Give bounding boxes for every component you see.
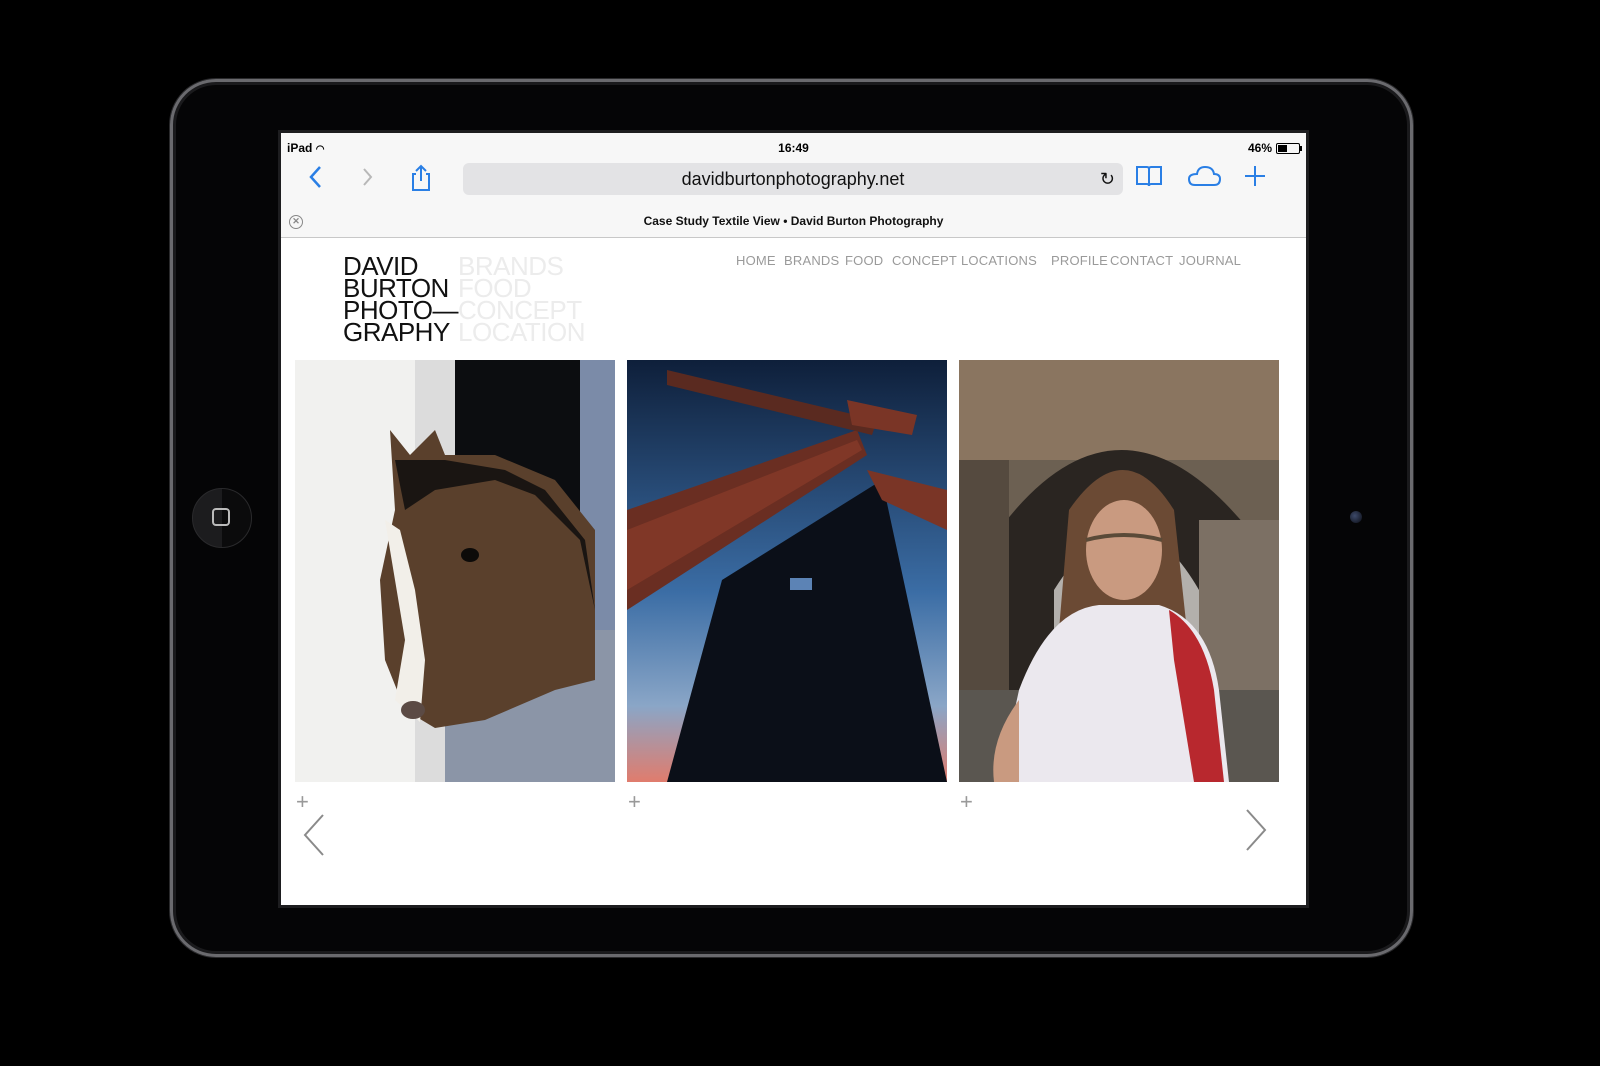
chevron-right-icon [1246,809,1267,851]
icloud-tabs-button[interactable] [1184,164,1224,194]
nav-home[interactable]: HOME [736,253,776,268]
battery-icon [1276,142,1302,154]
url-text: davidburtonphotography.net [681,169,905,189]
book-icon [1136,166,1162,187]
nav-journal[interactable]: JOURNAL [1179,253,1241,268]
safari-toolbar: iPad ◠ 16:49 46% davidburtonphotography.… [281,133,1306,238]
windmill-image [627,360,947,782]
website-content: DAVID BURTON PHOTO— GRAPHY BRANDS FOOD C… [281,238,1306,905]
nav-contact[interactable]: CONTACT [1110,253,1173,268]
battery-status: 46% [1247,141,1302,155]
status-bar: iPad ◠ 16:49 46% [281,133,1306,155]
screen: iPad ◠ 16:49 46% davidburtonphotography.… [278,130,1309,908]
expand-plus-icon[interactable]: + [628,789,641,815]
battery-fill [1278,144,1288,152]
tab-bar: ✕ Case Study Textile View • David Burton… [281,207,1306,235]
photo-girl[interactable] [959,360,1279,782]
nav-locations[interactable]: LOCATIONS [961,253,1037,268]
chevron-left-icon [303,814,324,856]
nav-brands[interactable]: BRANDS [784,253,839,268]
address-bar[interactable]: davidburtonphotography.net ↻ [463,163,1123,195]
logo-sub-line: LOCATION [458,317,585,347]
battery-percent: 46% [1247,141,1272,155]
prev-arrow-icon[interactable] [301,805,327,870]
nav-profile[interactable]: PROFILE [1051,253,1108,268]
photo-windmill[interactable] [627,360,947,782]
photo-horse[interactable] [295,360,615,782]
clock: 16:49 [778,141,809,155]
logo-subtitle: BRANDS FOOD CONCEPT LOCATION [458,253,585,347]
chevron-right-icon [363,168,373,186]
home-square-icon [212,508,230,526]
girl-image [959,360,1279,782]
chevron-left-icon [309,166,321,188]
nav-food[interactable]: FOOD [845,253,883,268]
share-button[interactable] [406,164,436,194]
home-button[interactable] [192,488,252,548]
nav-concept[interactable]: CONCEPT [892,253,957,268]
expand-plus-icon[interactable]: + [960,789,973,815]
camera-icon [1350,511,1362,523]
share-icon [412,164,430,191]
forward-button[interactable] [353,164,383,194]
next-arrow-icon[interactable] [1243,800,1269,865]
reload-icon[interactable]: ↻ [1100,163,1115,195]
bookmarks-button[interactable] [1134,164,1164,194]
cloud-icon [1187,165,1222,186]
tab-title[interactable]: Case Study Textile View • David Burton P… [644,214,944,228]
back-button[interactable] [301,164,331,194]
logo-line: GRAPHY [343,317,450,347]
horse-image [295,360,615,782]
site-logo[interactable]: DAVID BURTON PHOTO— GRAPHY [343,253,458,347]
close-tab-icon[interactable]: ✕ [289,215,303,229]
plus-icon [1245,166,1265,186]
new-tab-button[interactable] [1240,164,1270,194]
